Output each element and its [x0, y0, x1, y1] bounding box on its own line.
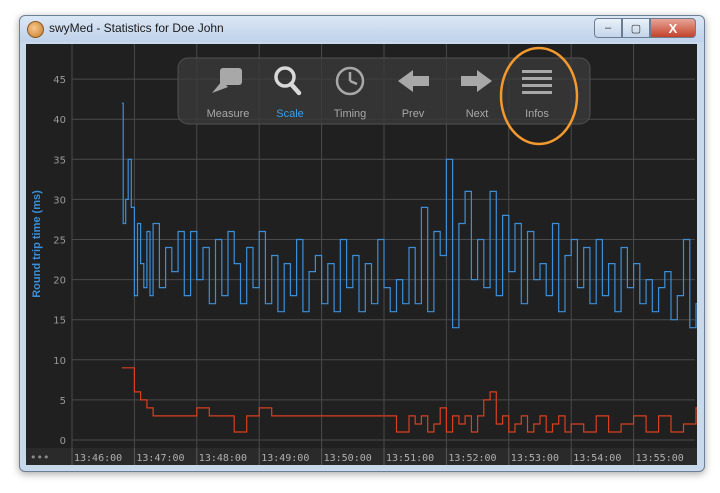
series-line-1 — [121, 102, 697, 329]
prev-label: Prev — [402, 108, 425, 120]
y-tick-label: 0 — [60, 436, 66, 447]
infos-label: Infos — [525, 108, 549, 120]
y-tick-label: 5 — [60, 396, 66, 407]
series-group — [121, 102, 697, 433]
more-options-icon[interactable]: ••• — [30, 451, 49, 464]
x-tick-label: 13:55:00 — [636, 453, 684, 464]
y-tick-label: 15 — [53, 316, 66, 327]
timing-label: Timing — [334, 108, 367, 120]
x-tick-label: 13:50:00 — [324, 453, 372, 464]
chart-area: 0 5 10 15 20 25 30 35 40 45 50 Round trip time (ms… — [26, 44, 697, 465]
maximize-button[interactable]: ▢ — [622, 18, 650, 38]
y-axis-label: Round trip time (ms) — [31, 190, 43, 298]
x-tick-label: 13:48:00 — [199, 453, 247, 464]
y-tick-label: 25 — [53, 236, 66, 247]
x-tick-label: 13:52:00 — [448, 453, 496, 464]
window-title: swyMed - Statistics for Doe John — [49, 21, 224, 35]
swymed-logo-icon — [27, 21, 44, 38]
close-button[interactable]: X — [650, 18, 696, 38]
x-tick-label: 13:49:00 — [261, 453, 309, 464]
y-tick-label: 45 — [53, 75, 66, 86]
x-tick-label: 13:53:00 — [511, 453, 559, 464]
y-tick-label: 10 — [53, 356, 66, 367]
x-axis: ••• 13:46:00 13:47:00 13:48:00 13:49:00 13:50… — [26, 448, 697, 465]
y-tick-label: 30 — [53, 195, 66, 206]
next-label: Next — [466, 108, 489, 120]
x-tick-label: 13:46:00 — [74, 453, 122, 464]
scale-label: Scale — [276, 108, 304, 120]
x-tick-label: 13:47:00 — [136, 453, 184, 464]
window-controls: ‒ ▢ X — [594, 18, 696, 38]
x-tick-label: 13:51:00 — [386, 453, 434, 464]
title-bar[interactable]: swyMed - Statistics for Doe John ‒ ▢ X — [20, 16, 704, 42]
y-tick-label: 20 — [53, 276, 66, 287]
y-axis: 0 5 10 15 20 25 30 35 40 45 50 — [53, 44, 66, 447]
statistics-window: swyMed - Statistics for Doe John ‒ ▢ X 0… — [19, 15, 705, 472]
y-tick-label: 35 — [53, 155, 66, 166]
y-tick-label: 50 — [53, 44, 66, 46]
rtt-chart: 0 5 10 15 20 25 30 35 40 45 50 Round trip time (ms… — [26, 44, 697, 465]
x-tick-label: 13:54:00 — [573, 453, 621, 464]
measure-label: Measure — [207, 108, 250, 120]
y-tick-label: 40 — [53, 115, 66, 126]
minimize-button[interactable]: ‒ — [594, 18, 622, 38]
